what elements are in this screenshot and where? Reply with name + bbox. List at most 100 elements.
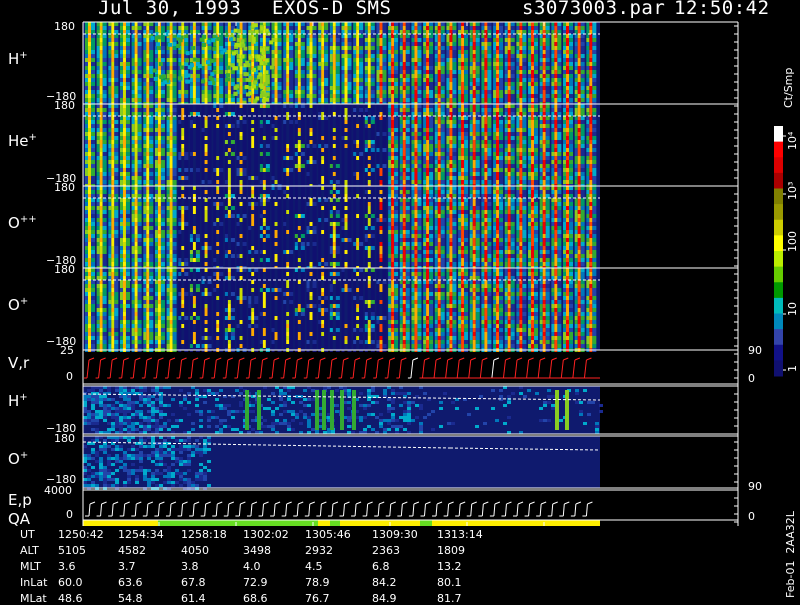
ep-mark (321, 502, 326, 504)
colorbar-swatch (774, 173, 783, 189)
ep-mark (494, 504, 495, 516)
vr-mark (448, 358, 453, 360)
axis-value-mlat-2: 61.4 (181, 592, 206, 605)
qa-strip-segment (158, 520, 318, 526)
vr-mark (527, 360, 529, 378)
ep-mark (367, 504, 368, 516)
vr-mark (434, 360, 436, 378)
vr-mark (284, 360, 286, 378)
ep-mark (251, 504, 252, 516)
vr-mark (249, 360, 251, 378)
colorbar-tick-10e4: 10⁴ (786, 132, 799, 150)
axis-value-alt-0: 5105 (58, 544, 86, 557)
ep-mark (286, 504, 287, 516)
vr-mark (272, 360, 274, 378)
ep-mark (297, 504, 298, 516)
ep-mark (112, 504, 113, 516)
vr-rtick-min: 0 (748, 372, 755, 385)
ep-mark (471, 504, 472, 516)
ep-mark (287, 502, 292, 504)
spectrogram-plot (0, 0, 800, 600)
ep-mark (135, 504, 136, 516)
ep-mark (552, 504, 553, 516)
ep-mark (171, 502, 176, 504)
axis-value-inlat-6: 80.1 (437, 576, 462, 589)
ep-mark (125, 502, 130, 504)
vr-mark (503, 360, 505, 378)
colorbar-tick-10e3: 10³ (786, 182, 799, 200)
ep-mark (460, 502, 465, 504)
axis-value-mlat-4: 76.7 (305, 592, 330, 605)
ep-mark (332, 504, 333, 516)
vr-mark (399, 360, 401, 378)
ep-mark (148, 502, 153, 504)
lower-h-column (322, 390, 326, 430)
ep-mark (298, 502, 303, 504)
axis-value-alt-1: 4582 (118, 544, 146, 557)
vr-rtick-max: 90 (748, 344, 762, 357)
vr-mark (469, 360, 471, 378)
colorbar (774, 126, 786, 377)
vr-mark (320, 358, 325, 360)
colorbar-swatch (774, 298, 783, 314)
axis-value-inlat-1: 63.6 (118, 576, 143, 589)
ep-mark (193, 504, 194, 516)
vr-mark (309, 358, 314, 360)
colorbar-swatch (774, 282, 783, 298)
axis-value-ut-2: 1258:18 (181, 528, 227, 541)
panels-layer (83, 22, 603, 526)
colorbar-swatch (774, 360, 783, 376)
axis-value-alt-2: 4050 (181, 544, 209, 557)
ep-mark (217, 502, 222, 504)
axis-value-ut-1: 1254:34 (118, 528, 164, 541)
vr-mark (124, 358, 129, 360)
ep-mark (275, 502, 280, 504)
ep-mark (437, 502, 442, 504)
ep-mark (102, 502, 107, 504)
ep-mark (159, 502, 164, 504)
vr-mark (135, 358, 140, 360)
ep-mark (378, 504, 379, 516)
colorbar-swatch (774, 126, 783, 142)
axis-value-mlt-6: 13.2 (437, 560, 462, 573)
colorbar-swatch (774, 189, 783, 205)
axis-value-ut-3: 1302:02 (243, 528, 289, 541)
vr-mark (203, 360, 205, 378)
ep-mark (390, 504, 391, 516)
ep-mark (425, 502, 430, 504)
ep-mark (252, 502, 257, 504)
vr-mark (353, 360, 355, 378)
spectrogram-panel-1 (83, 22, 600, 107)
axis-value-inlat-5: 84.2 (372, 576, 397, 589)
vr-mark (226, 360, 228, 378)
vr-mark (251, 358, 256, 360)
vr-mark (561, 360, 563, 378)
vr-mark (344, 358, 349, 360)
axis-row-label-mlat: MLat (20, 592, 47, 605)
vr-mark (492, 360, 494, 378)
ep-mark (229, 502, 234, 504)
ep-mark (586, 504, 587, 516)
ytick-p3-max: 180 (54, 181, 75, 194)
ep-mark (401, 504, 402, 516)
axis-value-mlt-1: 3.7 (118, 560, 136, 573)
vr-mark (216, 358, 221, 360)
qa-panel-label: QA (8, 510, 30, 528)
vr-mark (156, 360, 158, 378)
vr-mark (388, 360, 390, 378)
ep-mark (89, 504, 90, 516)
qa-strip-segment (330, 520, 340, 526)
ep-mark (263, 504, 264, 516)
vr-mark (193, 358, 198, 360)
vr-mark (89, 358, 94, 360)
ep-ytick-max: 4000 (44, 484, 72, 497)
vr-mark (494, 358, 499, 360)
ep-mark (228, 504, 229, 516)
footer-stamp: Feb-01 2AA32L (784, 511, 797, 598)
vr-mark (540, 358, 545, 360)
colorbar-tick-100: 100 (786, 231, 799, 252)
axis-value-mlat-5: 84.9 (372, 592, 397, 605)
vr-mark (274, 358, 279, 360)
vr-mark (332, 358, 337, 360)
lower-panel-label-h-plus: H+ (8, 392, 28, 410)
